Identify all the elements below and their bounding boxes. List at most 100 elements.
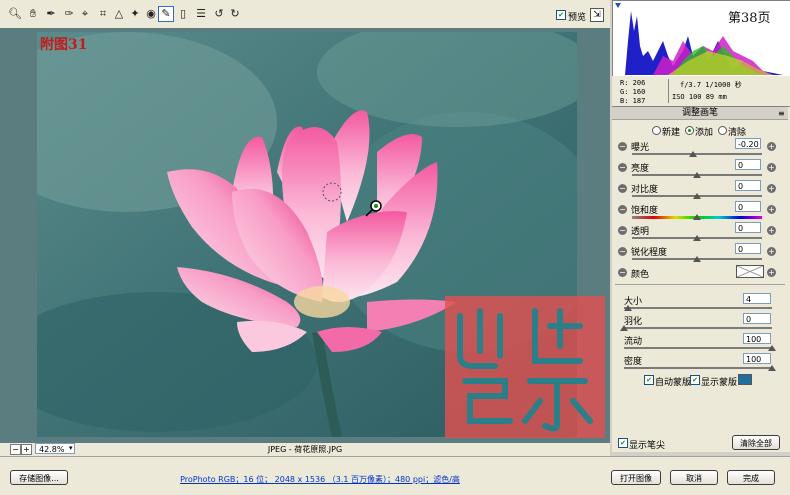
auto-mask-checkbox[interactable]: ✔ <box>644 375 654 385</box>
show-pins-label: 显示笔尖 <box>629 441 666 451</box>
histogram: 第38页 <box>612 0 790 78</box>
filename-label: JPEG - 荷花原照.JPG <box>267 445 343 454</box>
slider-thumb[interactable] <box>693 193 701 199</box>
fullscreen-icon[interactable]: ⇲ <box>590 8 604 22</box>
mode-erase-radio[interactable] <box>718 126 727 135</box>
slider-plus-icon[interactable]: + <box>767 205 776 214</box>
adjustment-brush-panel: 调整画笔 ≡ 新建 添加 清除 − 颜色 + ✔ 自动蒙版 ✔ 显示蒙版 ✔ 显… <box>612 107 790 452</box>
slider-plus-icon[interactable]: + <box>767 226 776 235</box>
status-bar: − + 42.8% ▾ JPEG - 荷花原照.JPG <box>0 443 610 456</box>
brush-value-field[interactable]: 4 <box>743 293 771 304</box>
brush-value-field[interactable]: 100 <box>743 353 771 364</box>
brush-thumb[interactable] <box>768 365 776 371</box>
slider-value-field[interactable]: -0.20 <box>735 138 761 149</box>
mode-add-label: 添加 <box>695 128 714 138</box>
brush-track[interactable] <box>624 307 772 309</box>
brush-label: 流动 <box>624 337 643 347</box>
divider <box>615 284 785 285</box>
slider-minus-icon[interactable]: − <box>618 184 627 193</box>
iso-info: ISO 100 89 mm <box>672 93 727 101</box>
slider-minus-icon[interactable]: − <box>618 205 627 214</box>
mask-color-swatch[interactable] <box>738 374 752 385</box>
bottom-bar: 存储图像... ProPhoto RGB；16 位； 2048 x 1536 （… <box>0 456 790 495</box>
show-mask-checkbox[interactable]: ✔ <box>690 375 700 385</box>
cancel-button[interactable]: 取消 <box>670 470 718 485</box>
brush-track[interactable] <box>624 347 772 349</box>
slider-value-field[interactable]: 0 <box>735 243 761 254</box>
info-panel: R: 206 G: 160 B: 187 f/3.7 1/1000 秒 ISO … <box>612 76 790 107</box>
slider-value-field[interactable]: 0 <box>735 180 761 191</box>
slider-minus-icon[interactable]: − <box>618 226 627 235</box>
exposure-info: f/3.7 1/1000 秒 <box>680 81 742 89</box>
slider-thumb[interactable] <box>693 214 701 220</box>
slider-minus-icon[interactable]: − <box>618 247 627 256</box>
mode-erase-label: 清除 <box>728 128 747 138</box>
spot-removal-icon[interactable]: ✦ <box>128 7 142 21</box>
divider <box>668 79 669 103</box>
slider-value-field[interactable]: 0 <box>735 201 761 212</box>
color-label: 颜色 <box>631 270 650 280</box>
brush-thumb[interactable] <box>624 305 633 311</box>
hand-icon[interactable]: ✋︎ <box>26 7 40 21</box>
slider-value-field[interactable]: 0 <box>735 222 761 233</box>
mode-add-radio[interactable] <box>685 126 694 135</box>
panel-title: 调整画笔 <box>612 107 788 120</box>
crop-icon[interactable]: ⌗ <box>96 7 110 21</box>
color-minus-icon[interactable]: − <box>618 268 627 277</box>
brush-value-field[interactable]: 100 <box>743 333 771 344</box>
slider-thumb[interactable] <box>689 151 698 157</box>
figure-caption: 附图31 <box>40 37 88 53</box>
brush-value-field[interactable]: 0 <box>743 313 771 324</box>
workflow-options-link[interactable]: ProPhoto RGB；16 位； 2048 x 1536 （3.1 百万像素… <box>130 474 510 485</box>
slider-plus-icon[interactable]: + <box>767 142 776 151</box>
color-swatch[interactable] <box>736 265 764 278</box>
white-balance-icon[interactable]: ✒ <box>44 7 58 21</box>
clear-all-button[interactable]: 清除全部 <box>732 435 780 450</box>
slider-minus-icon[interactable]: − <box>618 142 627 151</box>
slider-plus-icon[interactable]: + <box>767 163 776 172</box>
rgb-r: R: 206 <box>620 79 646 87</box>
rotate-left-icon[interactable]: ↺ <box>212 7 226 21</box>
slider-thumb[interactable] <box>693 235 701 241</box>
slider-thumb[interactable] <box>693 172 701 178</box>
slider-label: 亮度 <box>631 164 650 174</box>
mode-new-radio[interactable] <box>652 126 661 135</box>
rotate-right-icon[interactable]: ↻ <box>228 7 242 21</box>
slider-label: 透明 <box>631 227 650 237</box>
rgb-g: G: 160 <box>620 88 646 96</box>
graduated-filter-icon[interactable]: ▯ <box>176 7 190 21</box>
slider-minus-icon[interactable]: − <box>618 163 627 172</box>
slider-plus-icon[interactable]: + <box>767 247 776 256</box>
slider-value-field[interactable]: 0 <box>735 159 761 170</box>
red-eye-icon[interactable]: ◉ <box>144 7 158 21</box>
done-button[interactable]: 完成 <box>727 470 775 485</box>
mode-new-label: 新建 <box>662 128 681 138</box>
adjustment-brush-icon[interactable]: ✎ <box>158 6 174 22</box>
preferences-icon[interactable]: ☰ <box>194 7 208 21</box>
slider-plus-icon[interactable]: + <box>767 184 776 193</box>
rgb-b: B: 187 <box>620 97 646 105</box>
slider-label: 曝光 <box>631 143 650 153</box>
slider-label: 锐化程度 <box>631 248 668 258</box>
brush-thumb[interactable] <box>768 345 776 351</box>
panel-menu-icon[interactable]: ≡ <box>778 109 785 118</box>
target-adjustment-icon[interactable]: ⌖ <box>78 7 92 21</box>
brush-label: 密度 <box>624 357 643 367</box>
zoom-icon[interactable]: 🔍︎ <box>8 7 22 21</box>
show-pins-checkbox[interactable]: ✔ <box>618 438 628 448</box>
preview-checkbox[interactable]: ✔ <box>556 10 566 20</box>
brush-track[interactable] <box>624 367 772 369</box>
no-color-icon <box>736 265 764 278</box>
straighten-icon[interactable]: △ <box>112 7 126 21</box>
brush-track[interactable] <box>624 327 772 329</box>
page-tag: 第38页 <box>728 11 771 26</box>
slider-thumb[interactable] <box>693 256 701 262</box>
save-image-button[interactable]: 存储图像... <box>10 470 68 485</box>
open-image-button[interactable]: 打开图像 <box>611 470 661 485</box>
color-sampler-icon[interactable]: ✑ <box>62 7 76 21</box>
slider-label: 对比度 <box>631 185 659 195</box>
color-plus-icon[interactable]: + <box>767 268 776 277</box>
watermark-stamp <box>445 296 605 438</box>
preview-label: 预览 <box>568 13 587 23</box>
brush-thumb[interactable] <box>620 325 628 331</box>
